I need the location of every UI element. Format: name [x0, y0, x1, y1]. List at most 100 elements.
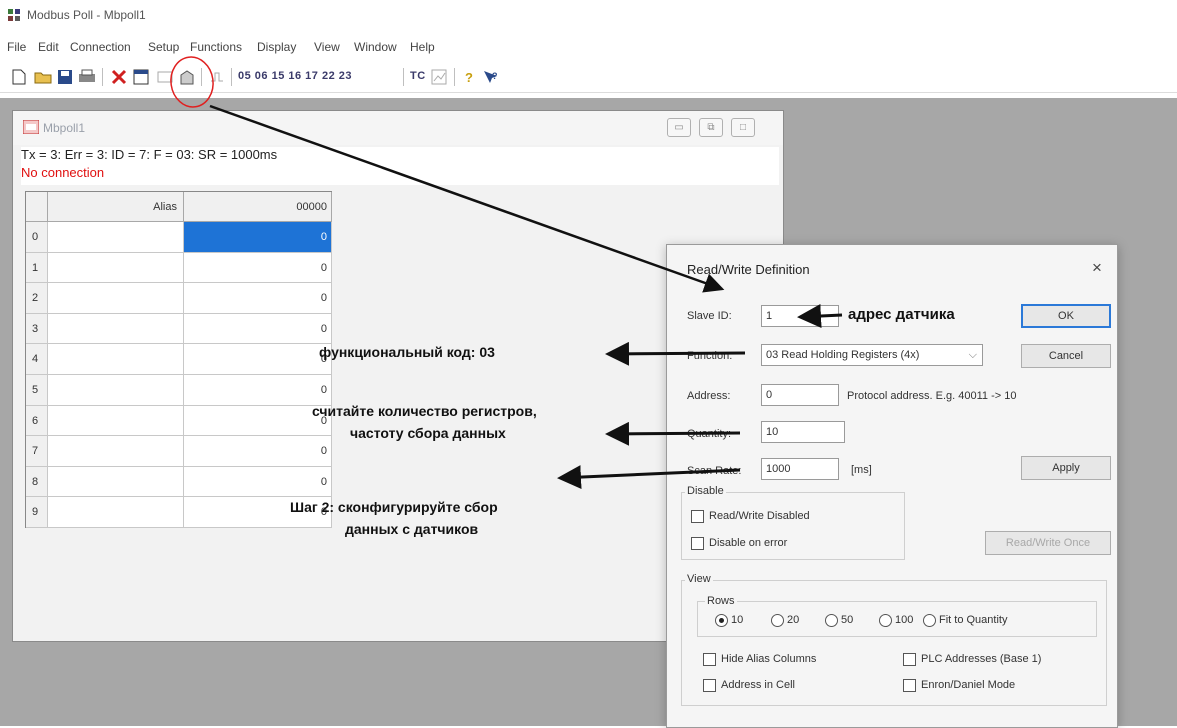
rows-100-label: 100	[895, 614, 914, 626]
row-header[interactable]: 7	[26, 436, 48, 467]
register-value-cell[interactable]: 0	[184, 375, 332, 406]
register-value-cell[interactable]: 0	[184, 344, 332, 375]
apply-button[interactable]: Apply	[1021, 456, 1111, 480]
ok-button[interactable]: OK	[1021, 304, 1111, 328]
menu-display[interactable]: Display	[257, 40, 296, 54]
dialog-title: Read/Write Definition	[687, 262, 810, 277]
register-value-cell[interactable]: 0	[184, 222, 332, 253]
row-header[interactable]: 2	[26, 283, 48, 314]
read-write-definition-icon[interactable]	[130, 66, 152, 88]
alias-cell[interactable]	[48, 466, 184, 498]
function-code-annotation: функциональный код: 03	[319, 344, 495, 360]
disable-group	[681, 492, 905, 560]
menu-view[interactable]: View	[314, 40, 340, 54]
alias-cell[interactable]	[48, 436, 184, 467]
menu-edit[interactable]: Edit	[38, 40, 59, 54]
minimize-icon[interactable]: ▭	[667, 118, 691, 137]
register-value-cell[interactable]: 0	[184, 283, 332, 314]
app-icon	[8, 9, 20, 21]
plc-addresses-label: PLC Addresses (Base 1)	[921, 653, 1042, 665]
alias-cell[interactable]	[48, 222, 184, 253]
context-help-icon[interactable]: ?	[480, 66, 502, 88]
slave-id-label: Slave ID:	[687, 310, 732, 322]
cancel-button[interactable]: Cancel	[1021, 344, 1111, 368]
address-input[interactable]: 0	[761, 384, 839, 406]
app-title: Modbus Poll - Mbpoll1	[27, 8, 146, 22]
close-icon[interactable]: ×	[1092, 258, 1102, 278]
svg-text:?: ?	[492, 71, 498, 81]
sensor-address-annotation: адрес датчика	[848, 306, 955, 323]
slave-id-input[interactable]: 1	[761, 305, 839, 327]
function-codes-toolbar[interactable]: 05 06 15 16 17 22 23	[238, 70, 352, 82]
registers-annotation-line1: считайте количество регистров,	[312, 403, 537, 419]
traffic-button[interactable]: TC	[410, 70, 426, 82]
print-icon[interactable]	[76, 66, 98, 88]
row-header[interactable]: 4	[26, 344, 48, 375]
svg-text:?: ?	[465, 70, 473, 85]
maximize-icon[interactable]: □	[731, 118, 755, 137]
function-select[interactable]: 03 Read Holding Registers (4x) ⌵	[761, 344, 983, 366]
disable-on-error-checkbox[interactable]	[691, 537, 704, 550]
hide-alias-checkbox[interactable]	[703, 653, 716, 666]
row-header[interactable]: 5	[26, 375, 48, 406]
alias-cell[interactable]	[48, 252, 184, 284]
disable-on-error-label: Disable on error	[709, 537, 788, 549]
mbpoll-titlebar[interactable]: Mbpoll1 ▭ ⧉ □	[13, 111, 783, 145]
enron-mode-label: Enron/Daniel Mode	[921, 679, 1016, 691]
disconnect-icon[interactable]	[108, 66, 130, 88]
rows-50-radio[interactable]	[825, 614, 838, 627]
address-hint: Protocol address. E.g. 40011 -> 10	[847, 390, 1017, 402]
register-value-cell[interactable]: 0	[184, 252, 332, 284]
alias-cell[interactable]	[48, 497, 184, 528]
rows-20-label: 20	[787, 614, 800, 626]
address-label: Address:	[687, 390, 731, 402]
alias-cell[interactable]	[48, 344, 184, 375]
hide-alias-label: Hide Alias Columns	[721, 653, 817, 665]
open-folder-icon[interactable]	[32, 66, 54, 88]
rows-100-radio[interactable]	[879, 614, 892, 627]
menu-file[interactable]: File	[7, 40, 26, 54]
building-icon[interactable]	[176, 66, 198, 88]
scan-rate-input[interactable]: 1000	[761, 458, 839, 480]
row-header[interactable]: 0	[26, 222, 48, 253]
registers-annotation-line2: частоту сбора данных	[350, 425, 506, 441]
quantity-input[interactable]: 10	[761, 421, 845, 443]
show-window-icon[interactable]	[154, 66, 176, 88]
plc-addresses-checkbox[interactable]	[903, 653, 916, 666]
rows-10-radio[interactable]	[715, 614, 728, 627]
row-header[interactable]: 1	[26, 252, 48, 284]
alias-cell[interactable]	[48, 405, 184, 437]
rw-once-button[interactable]: Read/Write Once	[985, 531, 1111, 555]
pulse-icon[interactable]	[206, 66, 228, 88]
chart-icon[interactable]	[428, 66, 450, 88]
alias-cell[interactable]	[48, 283, 184, 314]
register-value-cell[interactable]: 0	[184, 436, 332, 467]
menu-connection[interactable]: Connection	[70, 40, 131, 54]
row-header[interactable]: 6	[26, 405, 48, 437]
rows-20-radio[interactable]	[771, 614, 784, 627]
row-header[interactable]: 9	[26, 497, 48, 528]
menu-functions[interactable]: Functions	[190, 40, 242, 54]
mbpoll-window-icon	[23, 120, 39, 134]
new-icon[interactable]	[8, 66, 30, 88]
rw-disabled-checkbox[interactable]	[691, 510, 704, 523]
menu-window[interactable]: Window	[354, 40, 397, 54]
rows-fit-label: Fit to Quantity	[939, 614, 1008, 626]
enron-mode-checkbox[interactable]	[903, 679, 916, 692]
menu-setup[interactable]: Setup	[148, 40, 179, 54]
row-header[interactable]: 3	[26, 313, 48, 345]
row-header[interactable]: 8	[26, 466, 48, 498]
register-value-cell[interactable]: 0	[184, 313, 332, 345]
address-in-cell-checkbox[interactable]	[703, 679, 716, 692]
alias-cell[interactable]	[48, 313, 184, 345]
register-value-cell[interactable]: 0	[184, 405, 332, 437]
help-icon[interactable]: ?	[458, 66, 480, 88]
alias-cell[interactable]	[48, 375, 184, 406]
register-value-cell[interactable]: 0	[184, 466, 332, 498]
menu-help[interactable]: Help	[410, 40, 435, 54]
disable-group-label: Disable	[685, 485, 726, 497]
save-icon[interactable]	[54, 66, 76, 88]
step2-annotation-line2: данных с датчиков	[345, 521, 479, 537]
rows-fit-radio[interactable]	[923, 614, 936, 627]
restore-icon[interactable]: ⧉	[699, 118, 723, 137]
